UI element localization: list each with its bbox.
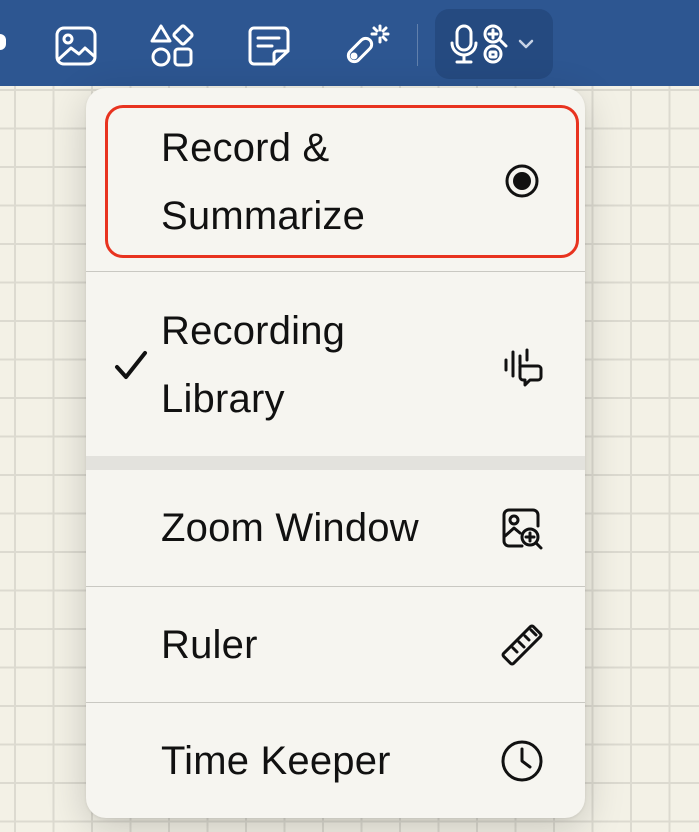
microphone-icon (449, 23, 479, 70)
highlight-box (105, 105, 579, 258)
recording-options-icon (482, 23, 508, 70)
sticky-note-icon[interactable] (245, 22, 293, 70)
menu-item-label: Ruler (161, 623, 258, 667)
menu-item-recording-library[interactable]: Recording Library (86, 272, 585, 456)
toolbar (0, 0, 699, 86)
toolbar-divider (417, 24, 418, 66)
menu-item-time-keeper[interactable]: Time Keeper (86, 703, 585, 818)
image-icon[interactable] (52, 22, 100, 70)
chevron-down-icon (517, 37, 535, 55)
laser-pointer-icon[interactable] (342, 22, 390, 70)
clock-icon (498, 737, 546, 785)
shapes-icon[interactable] (148, 22, 196, 70)
ruler-icon (498, 621, 546, 669)
menu-item-label: Time Keeper (161, 739, 391, 783)
menu-item-record-summarize[interactable]: Record & Summarize (86, 88, 585, 271)
zoom-window-icon (498, 504, 546, 552)
checkmark-icon (113, 348, 149, 384)
menu-item-label: Recording Library (161, 309, 346, 421)
recording-menu: Record & Summarize Recording Library Zoo… (86, 88, 585, 818)
recording-library-icon (498, 342, 546, 390)
menu-item-label: Zoom Window (161, 506, 419, 550)
menu-section-separator (86, 456, 585, 470)
menu-item-ruler[interactable]: Ruler (86, 587, 585, 702)
recording-tools-button[interactable] (435, 9, 553, 79)
toolbar-edge-button[interactable] (0, 34, 6, 50)
menu-item-zoom-window[interactable]: Zoom Window (86, 470, 585, 586)
